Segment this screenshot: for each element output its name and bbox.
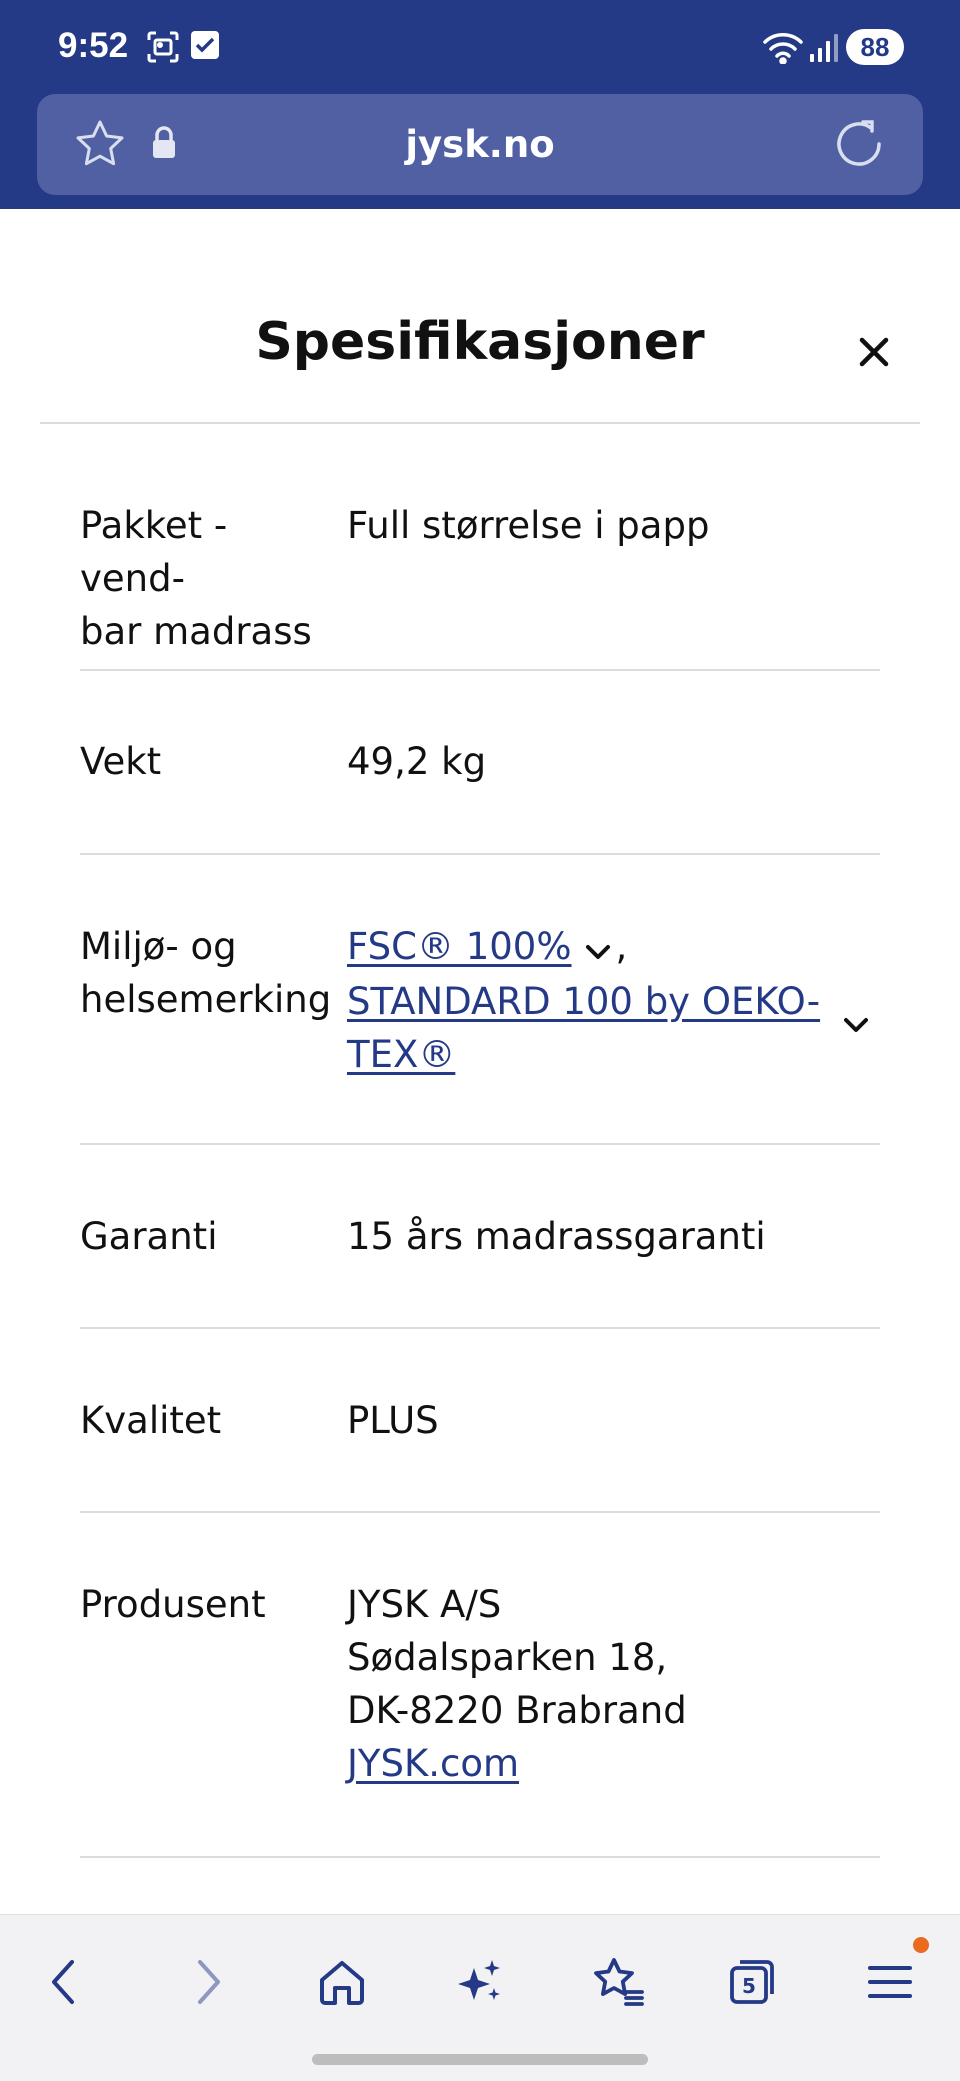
spec-divider <box>80 1511 880 1513</box>
chevron-down-icon[interactable] <box>842 1016 870 1038</box>
spec-divider <box>80 853 880 855</box>
spec-label-line: Miljø- og <box>80 925 237 968</box>
url-text[interactable]: jysk.no <box>37 94 923 195</box>
manufacturer-line: DK-8220 Brabrand <box>347 1689 687 1732</box>
oeko-tex-link[interactable]: STANDARD 100 by OEKO- <box>347 975 880 1028</box>
spec-label: Miljø- og helsemerking <box>80 920 332 1026</box>
home-button[interactable] <box>306 1946 378 2018</box>
manufacturer-line: Sødalsparken 18, <box>347 1636 668 1679</box>
label-separator: , <box>615 925 628 968</box>
spec-label: Kvalitet <box>80 1399 222 1442</box>
oeko-tex-link-cont[interactable]: TEX® <box>347 1028 880 1081</box>
spec-divider <box>80 1856 880 1858</box>
forward-button[interactable] <box>170 1946 242 2018</box>
manufacturer-line: JYSK A/S <box>347 1583 502 1626</box>
wifi-icon <box>762 30 804 68</box>
notification-dot <box>913 1937 929 1953</box>
close-icon <box>852 337 896 378</box>
header-divider <box>40 422 920 424</box>
sheet-title: Spesifikasjoner <box>255 312 705 372</box>
spec-label-line: helsemerking <box>80 978 332 1021</box>
spec-value: JYSK A/S Sødalsparken 18, DK-8220 Brabra… <box>347 1578 880 1790</box>
checkbox-icon <box>190 30 220 64</box>
spec-label-line: bar madrass <box>80 610 312 653</box>
home-indicator <box>312 2054 648 2065</box>
spec-value: 15 års madrassgaranti <box>347 1215 766 1258</box>
tab-count: 5 <box>742 1974 756 1998</box>
top-bar: 9:52 88 jysk.no <box>0 0 960 209</box>
tabs-button[interactable]: 5 <box>716 1946 788 2018</box>
fsc-link[interactable]: FSC® 100% <box>347 925 572 968</box>
spec-value: PLUS <box>347 1399 439 1442</box>
spec-value: 49,2 kg <box>347 740 487 783</box>
favorites-button[interactable] <box>580 1946 652 2018</box>
chevron-down-icon[interactable] <box>584 922 612 975</box>
jysk-com-link[interactable]: JYSK.com <box>347 1742 519 1785</box>
spec-label: Vekt <box>80 740 162 783</box>
menu-button[interactable] <box>854 1946 926 2018</box>
spec-divider <box>80 669 880 671</box>
ai-assistant-button[interactable] <box>444 1946 516 2018</box>
close-button[interactable] <box>852 330 896 374</box>
reload-icon[interactable] <box>831 116 887 176</box>
spec-label: Produsent <box>80 1583 266 1626</box>
spec-value: FSC® 100%, STANDARD 100 by OEKO- TEX® <box>347 920 880 1081</box>
spec-value: Full størrelse i papp <box>347 504 710 547</box>
spec-label-line: Pakket - vend- <box>80 504 228 600</box>
spec-divider <box>80 1143 880 1145</box>
fsc-line: FSC® 100%, <box>347 920 880 975</box>
screenshot-icon <box>146 30 180 68</box>
back-button[interactable] <box>30 1946 102 2018</box>
status-time: 9:52 <box>58 26 129 65</box>
address-bar[interactable]: jysk.no <box>37 94 923 195</box>
battery-indicator: 88 <box>846 29 904 65</box>
spec-label: Pakket - vend- bar madrass <box>80 499 330 658</box>
spec-divider <box>80 1327 880 1329</box>
spec-label: Garanti <box>80 1215 218 1258</box>
signal-icon <box>810 32 838 66</box>
